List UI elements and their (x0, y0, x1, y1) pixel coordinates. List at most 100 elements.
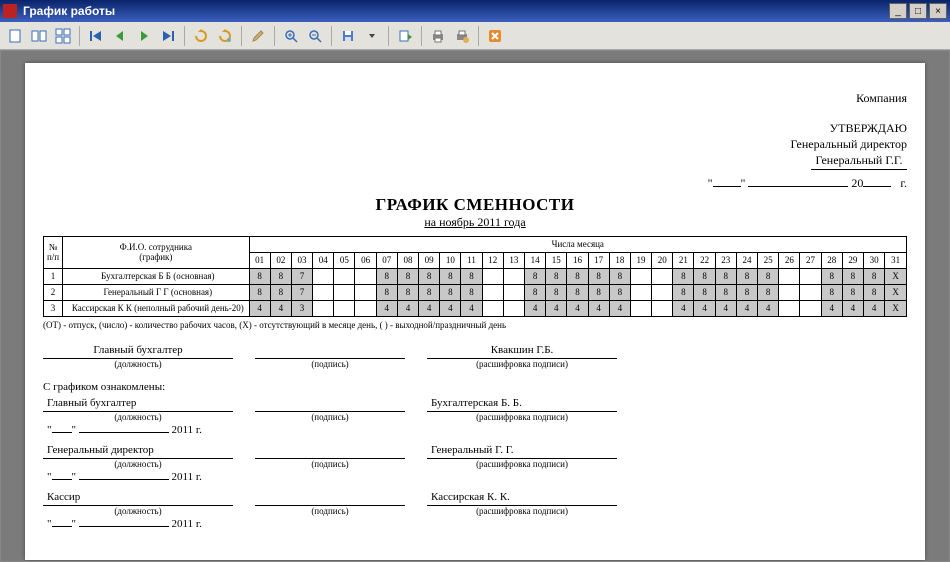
cell-day: 8 (524, 268, 545, 284)
cell-day: 8 (863, 268, 884, 284)
table-row: 3Кассирская К К (неполный рабочий день-2… (44, 300, 907, 316)
cell-day: 4 (524, 300, 545, 316)
cell-day (800, 300, 821, 316)
acquaintance-title: С графиком ознакомлены: (43, 381, 907, 393)
window-title: График работы (23, 4, 889, 18)
cell-day (779, 300, 800, 316)
cell-day (482, 300, 503, 316)
print-icon[interactable] (427, 25, 449, 47)
th-day: 23 (715, 252, 736, 268)
sign1-name: Квакшин Г.Б. (427, 344, 617, 359)
cell-day: 8 (440, 284, 461, 300)
cell-day: 4 (758, 300, 779, 316)
th-day: 13 (503, 252, 524, 268)
th-day: 07 (376, 252, 397, 268)
cell-day: 4 (419, 300, 440, 316)
cell-day: 8 (270, 284, 291, 300)
cell-day: 4 (863, 300, 884, 316)
cell-day: 4 (440, 300, 461, 316)
cell-day: 8 (715, 284, 736, 300)
prev-page-icon[interactable] (109, 25, 131, 47)
cell-fio: Бухгалтерская Б Б (основная) (63, 268, 249, 284)
cell-day (800, 284, 821, 300)
acq-date: "" 2011 г. (47, 424, 907, 436)
print-settings-icon[interactable] (451, 25, 473, 47)
cell-day: 3 (291, 300, 312, 316)
th-day: 31 (885, 252, 907, 268)
th-month: Числа месяца (249, 236, 906, 252)
next-page-icon[interactable] (133, 25, 155, 47)
edit-icon[interactable] (247, 25, 269, 47)
cell-day: 8 (842, 268, 863, 284)
page-grid-icon[interactable] (52, 25, 74, 47)
th-day: 30 (863, 252, 884, 268)
cell-day (334, 300, 355, 316)
acq-date: "" 2011 г. (47, 471, 907, 483)
page-single-icon[interactable] (4, 25, 26, 47)
page-facing-icon[interactable] (28, 25, 50, 47)
cell-day: 8 (758, 268, 779, 284)
cell-day: 8 (673, 268, 694, 284)
cell-day: 8 (694, 284, 715, 300)
acq-row: Кассир(должность)(подпись)Кассирская К. … (43, 491, 907, 516)
minimize-button[interactable]: _ (889, 3, 907, 19)
cell-day: 8 (397, 284, 418, 300)
th-day: 22 (694, 252, 715, 268)
close-button[interactable]: × (929, 3, 947, 19)
refresh-icon[interactable] (190, 25, 212, 47)
cell-day: 8 (715, 268, 736, 284)
cell-day (355, 284, 376, 300)
cell-num: 3 (44, 300, 63, 316)
refresh-all-icon[interactable] (214, 25, 236, 47)
acq-name: Генеральный Г. Г. (427, 444, 617, 459)
cell-day: 8 (567, 268, 588, 284)
schedule-table: № п/п Ф.И.О. сотрудника (график) Числа м… (43, 236, 907, 317)
cell-day: 8 (863, 284, 884, 300)
th-fio: Ф.И.О. сотрудника (график) (63, 236, 249, 268)
cell-day: 7 (291, 284, 312, 300)
cell-day: X (885, 284, 907, 300)
app-icon (3, 4, 17, 18)
save-icon[interactable] (337, 25, 359, 47)
zoom-out-icon[interactable] (304, 25, 326, 47)
close-doc-icon[interactable] (484, 25, 506, 47)
th-day: 17 (588, 252, 609, 268)
th-day: 18 (609, 252, 630, 268)
cell-day (334, 284, 355, 300)
th-day: 05 (334, 252, 355, 268)
cell-day: 8 (842, 284, 863, 300)
cell-day: 4 (694, 300, 715, 316)
cell-day: 8 (821, 284, 842, 300)
last-page-icon[interactable] (157, 25, 179, 47)
cell-day: 4 (270, 300, 291, 316)
cell-day (503, 268, 524, 284)
table-row: 1Бухгалтерская Б Б (основная)88788888888… (44, 268, 907, 284)
cell-day (334, 268, 355, 284)
cell-day: 4 (715, 300, 736, 316)
sign1-position: Главный бухгалтер (43, 344, 233, 359)
cell-day: 8 (419, 284, 440, 300)
acq-signature (255, 397, 405, 412)
maximize-button[interactable]: □ (909, 3, 927, 19)
cell-fio: Генеральный Г Г (основная) (63, 284, 249, 300)
cell-day (313, 284, 334, 300)
cell-day: 8 (249, 268, 270, 284)
sign1-signature (255, 344, 405, 359)
cell-day (652, 300, 673, 316)
document-viewer[interactable]: Компания УТВЕРЖДАЮ Генеральный директор … (0, 50, 950, 562)
acq-row: Главный бухгалтер(должность)(подпись)Бух… (43, 397, 907, 422)
main-signature: Главный бухгалтер (должность) (подпись) … (43, 344, 907, 369)
export-icon[interactable] (394, 25, 416, 47)
cell-day (630, 300, 651, 316)
cell-day (482, 268, 503, 284)
save-dropdown-icon[interactable] (361, 25, 383, 47)
cell-day: 8 (609, 284, 630, 300)
zoom-in-icon[interactable] (280, 25, 302, 47)
cell-day: 8 (821, 268, 842, 284)
first-page-icon[interactable] (85, 25, 107, 47)
cell-day: 8 (376, 268, 397, 284)
cell-day: 8 (397, 268, 418, 284)
cell-day: 8 (249, 284, 270, 300)
cell-day: 8 (376, 284, 397, 300)
th-day: 03 (291, 252, 312, 268)
